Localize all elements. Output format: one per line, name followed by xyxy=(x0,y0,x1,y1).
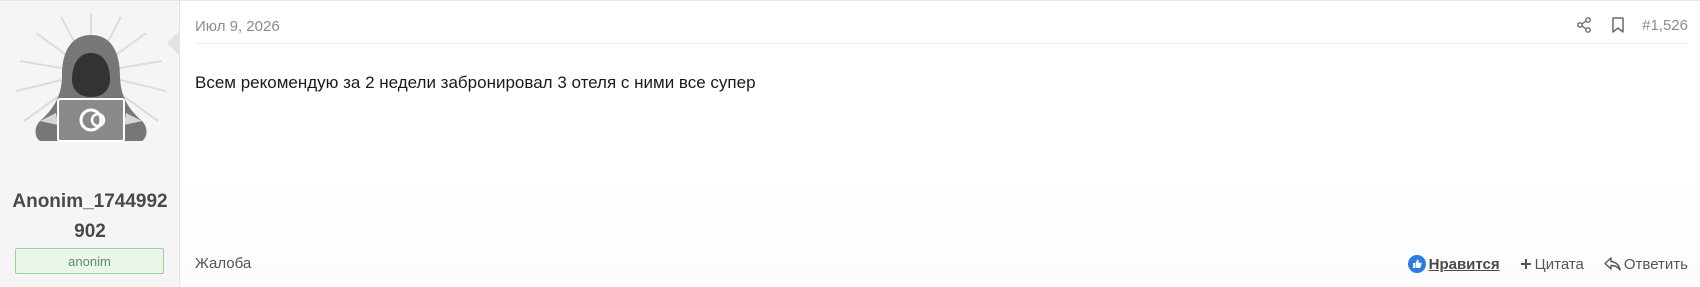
bookmark-icon[interactable] xyxy=(1608,15,1628,35)
reply-label: Ответить xyxy=(1623,255,1688,273)
report-link[interactable]: Жалоба xyxy=(195,255,251,272)
post-header: Июл 9, 2026 #1,526 xyxy=(195,1,1688,44)
post-body: Всем рекомендую за 2 недели забронировал… xyxy=(195,73,756,92)
sidebar-arrow xyxy=(179,31,191,55)
forum-post: Anonim_1744992902 anonim Июл 9, 2026 #1,… xyxy=(0,0,1700,287)
share-icon[interactable] xyxy=(1574,15,1594,35)
post-footer: Жалоба Нравится Цитата Ответить xyxy=(195,255,1688,279)
post-footer-actions: Нравится Цитата Ответить xyxy=(1388,255,1688,273)
thumbs-up-icon xyxy=(1407,255,1426,273)
like-button[interactable]: Нравится xyxy=(1407,255,1500,273)
user-title-badge: anonim xyxy=(15,248,164,274)
plus-icon xyxy=(1520,258,1532,270)
post-number-link[interactable]: #1,526 xyxy=(1642,17,1688,34)
post-main: Июл 9, 2026 #1,526 Всем рекомендую за 2 … xyxy=(180,1,1700,287)
post-date[interactable]: Июл 9, 2026 xyxy=(195,18,280,35)
quote-button[interactable]: Цитата xyxy=(1520,256,1584,273)
post-header-actions: #1,526 xyxy=(1560,15,1688,35)
avatar[interactable] xyxy=(16,13,166,163)
username[interactable]: Anonim_1744992902 xyxy=(0,187,180,247)
user-sidebar: Anonim_1744992902 anonim xyxy=(0,1,191,287)
reply-button[interactable]: Ответить xyxy=(1604,256,1688,273)
like-label: Нравится xyxy=(1428,255,1500,273)
quote-label: Цитата xyxy=(1534,255,1584,273)
reply-arrow-icon xyxy=(1604,257,1621,271)
